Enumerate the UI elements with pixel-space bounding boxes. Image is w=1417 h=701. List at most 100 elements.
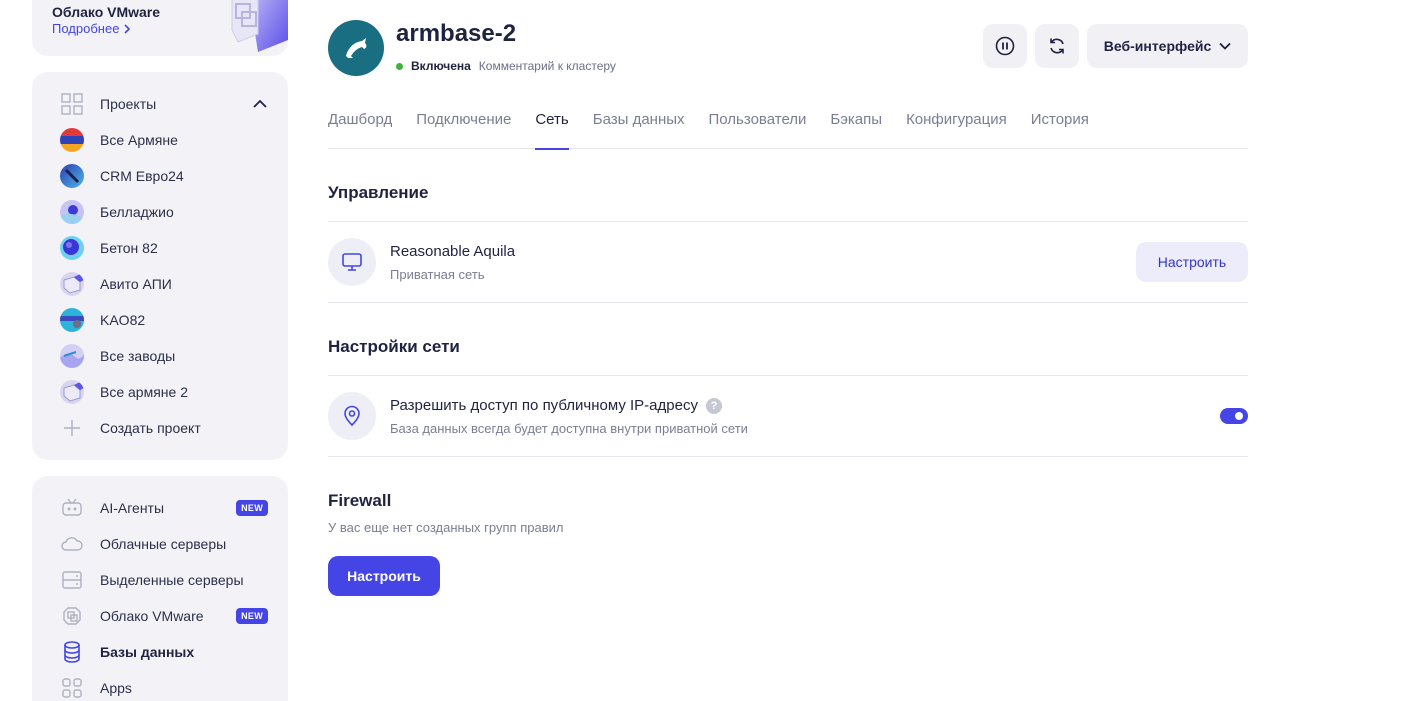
project-avatar (60, 308, 84, 332)
web-interface-label: Веб-интерфейс (1103, 38, 1212, 54)
dolphin-icon (346, 38, 367, 58)
vmware-cube-illustration (231, 0, 288, 52)
firewall-empty-text: У вас еще нет созданных групп правил (328, 520, 564, 535)
chevron-up-icon[interactable] (252, 96, 268, 112)
tab-dashboard[interactable]: Дашборд (328, 108, 392, 149)
grid-icon (60, 92, 84, 116)
pause-button[interactable] (983, 24, 1027, 68)
nav-cloud-servers[interactable]: Облачные серверы (60, 532, 268, 556)
configure-network-button[interactable]: Настроить (1136, 242, 1248, 282)
project-item[interactable]: Все Армяне (60, 128, 268, 152)
network-type: Приватная сеть (390, 267, 485, 282)
create-project-label: Создать проект (100, 420, 201, 436)
tab-databases[interactable]: Базы данных (593, 108, 685, 149)
project-label: Авито АПИ (100, 276, 172, 292)
toggle-knob (1235, 412, 1243, 420)
services-card: AI-Агенты NEW Облачные серверы Выделенны… (32, 476, 288, 701)
project-label: Белладжио (100, 204, 174, 220)
apps-icon (60, 676, 84, 700)
projects-header[interactable]: Проекты (60, 92, 268, 116)
nav-apps[interactable]: Apps (60, 676, 268, 700)
project-avatar (60, 344, 84, 368)
vmware-promo-card[interactable]: Облако VMware Подробнее (32, 0, 288, 56)
project-item[interactable]: CRM Евро24 (60, 164, 268, 188)
project-label: Все заводы (100, 348, 176, 364)
status-dot (396, 62, 403, 70)
project-item[interactable]: Бетон 82 (60, 236, 268, 260)
project-avatar (60, 236, 84, 260)
network-name-text: Reasonable Aquila (390, 243, 516, 260)
nav-label: Облачные серверы (100, 536, 227, 552)
restart-button[interactable] (1035, 24, 1079, 68)
project-label: Бетон 82 (100, 240, 158, 256)
public-access-description: База данных всегда будет доступна внутри… (390, 421, 748, 436)
network-settings-title: Настройки сети (328, 337, 460, 356)
project-avatar (60, 200, 84, 224)
project-item[interactable]: Все армяне 2 (60, 380, 268, 404)
nav-label: Выделенные серверы (100, 572, 244, 588)
database-icon (60, 640, 84, 664)
nav-ai-agents[interactable]: AI-Агенты NEW (60, 496, 268, 520)
monitor-icon (342, 253, 362, 271)
nav-label: Базы данных (100, 644, 195, 660)
help-icon[interactable]: ? (705, 397, 722, 414)
management-section-title: Управление (328, 183, 429, 202)
project-item[interactable]: KAO82 (60, 308, 268, 332)
tab-backups[interactable]: Бэкапы (830, 108, 882, 149)
projects-card: Проекты Все Армяне CRM Евро24 Белладжио … (32, 72, 288, 460)
public-access-toggle[interactable] (1220, 408, 1248, 424)
nav-dedicated-servers[interactable]: Выделенные серверы (60, 568, 268, 592)
nav-databases[interactable]: Базы данных (60, 640, 268, 664)
promo-more-link[interactable]: Подробнее (52, 21, 131, 36)
chevron-down-icon (1219, 42, 1231, 50)
project-item[interactable]: Белладжио (60, 200, 268, 224)
tab-network[interactable]: Сеть (535, 108, 570, 150)
location-pin-icon (344, 405, 360, 427)
public-access-title: Разрешить доступ по публичному IP-адресу… (390, 397, 722, 414)
project-avatar (60, 128, 84, 152)
robot-icon (60, 496, 84, 520)
promo-title: Облако VMware (52, 4, 161, 20)
configure-firewall-button[interactable]: Настроить (328, 556, 440, 596)
cluster-comment-link[interactable]: Комментарий к кластеру (479, 59, 616, 73)
projects-header-label: Проекты (100, 96, 157, 112)
divider (328, 375, 1248, 376)
public-ip-icon-wrap (328, 392, 376, 440)
tab-connection[interactable]: Подключение (416, 108, 511, 149)
project-avatar (60, 380, 84, 404)
refresh-icon (1050, 38, 1064, 54)
pause-icon (995, 36, 1015, 56)
create-project-button[interactable]: Создать проект (60, 416, 268, 440)
project-label: Все Армяне (100, 132, 178, 148)
private-network-icon-wrap (328, 238, 376, 286)
tab-history[interactable]: История (1031, 108, 1089, 149)
plus-icon (60, 416, 84, 440)
firewall-title: Firewall (328, 491, 392, 510)
project-label: CRM Евро24 (100, 168, 184, 184)
nav-label: Apps (100, 680, 132, 696)
network-name: Reasonable Aquila (390, 243, 515, 260)
project-item[interactable]: Авито АПИ (60, 272, 268, 296)
tab-configuration[interactable]: Конфигурация (906, 108, 1007, 149)
public-access-label: Разрешить доступ по публичному IP-адресу (390, 397, 698, 414)
divider (328, 456, 1248, 457)
project-avatar (60, 164, 84, 188)
vmware-icon (60, 604, 84, 628)
web-interface-dropdown[interactable]: Веб-интерфейс (1087, 24, 1248, 68)
cluster-status: Включена Комментарий к кластеру (396, 59, 616, 73)
cloud-icon (60, 532, 84, 556)
project-item[interactable]: Все заводы (60, 344, 268, 368)
nav-vmware[interactable]: Облако VMware NEW (60, 604, 268, 628)
database-avatar (328, 20, 384, 76)
nav-label: Облако VMware (100, 608, 204, 624)
divider (328, 221, 1248, 222)
project-label: Все армяне 2 (100, 384, 188, 400)
tab-users[interactable]: Пользователи (709, 108, 807, 149)
cluster-title: armbase-2 (396, 20, 517, 47)
promo-more-label: Подробнее (52, 21, 120, 36)
status-text: Включена (411, 59, 471, 73)
cluster-tabs: Дашборд Подключение Сеть Базы данных Пол… (328, 108, 1248, 150)
divider (328, 302, 1248, 303)
nav-label: AI-Агенты (100, 500, 165, 516)
project-avatar (60, 272, 84, 296)
